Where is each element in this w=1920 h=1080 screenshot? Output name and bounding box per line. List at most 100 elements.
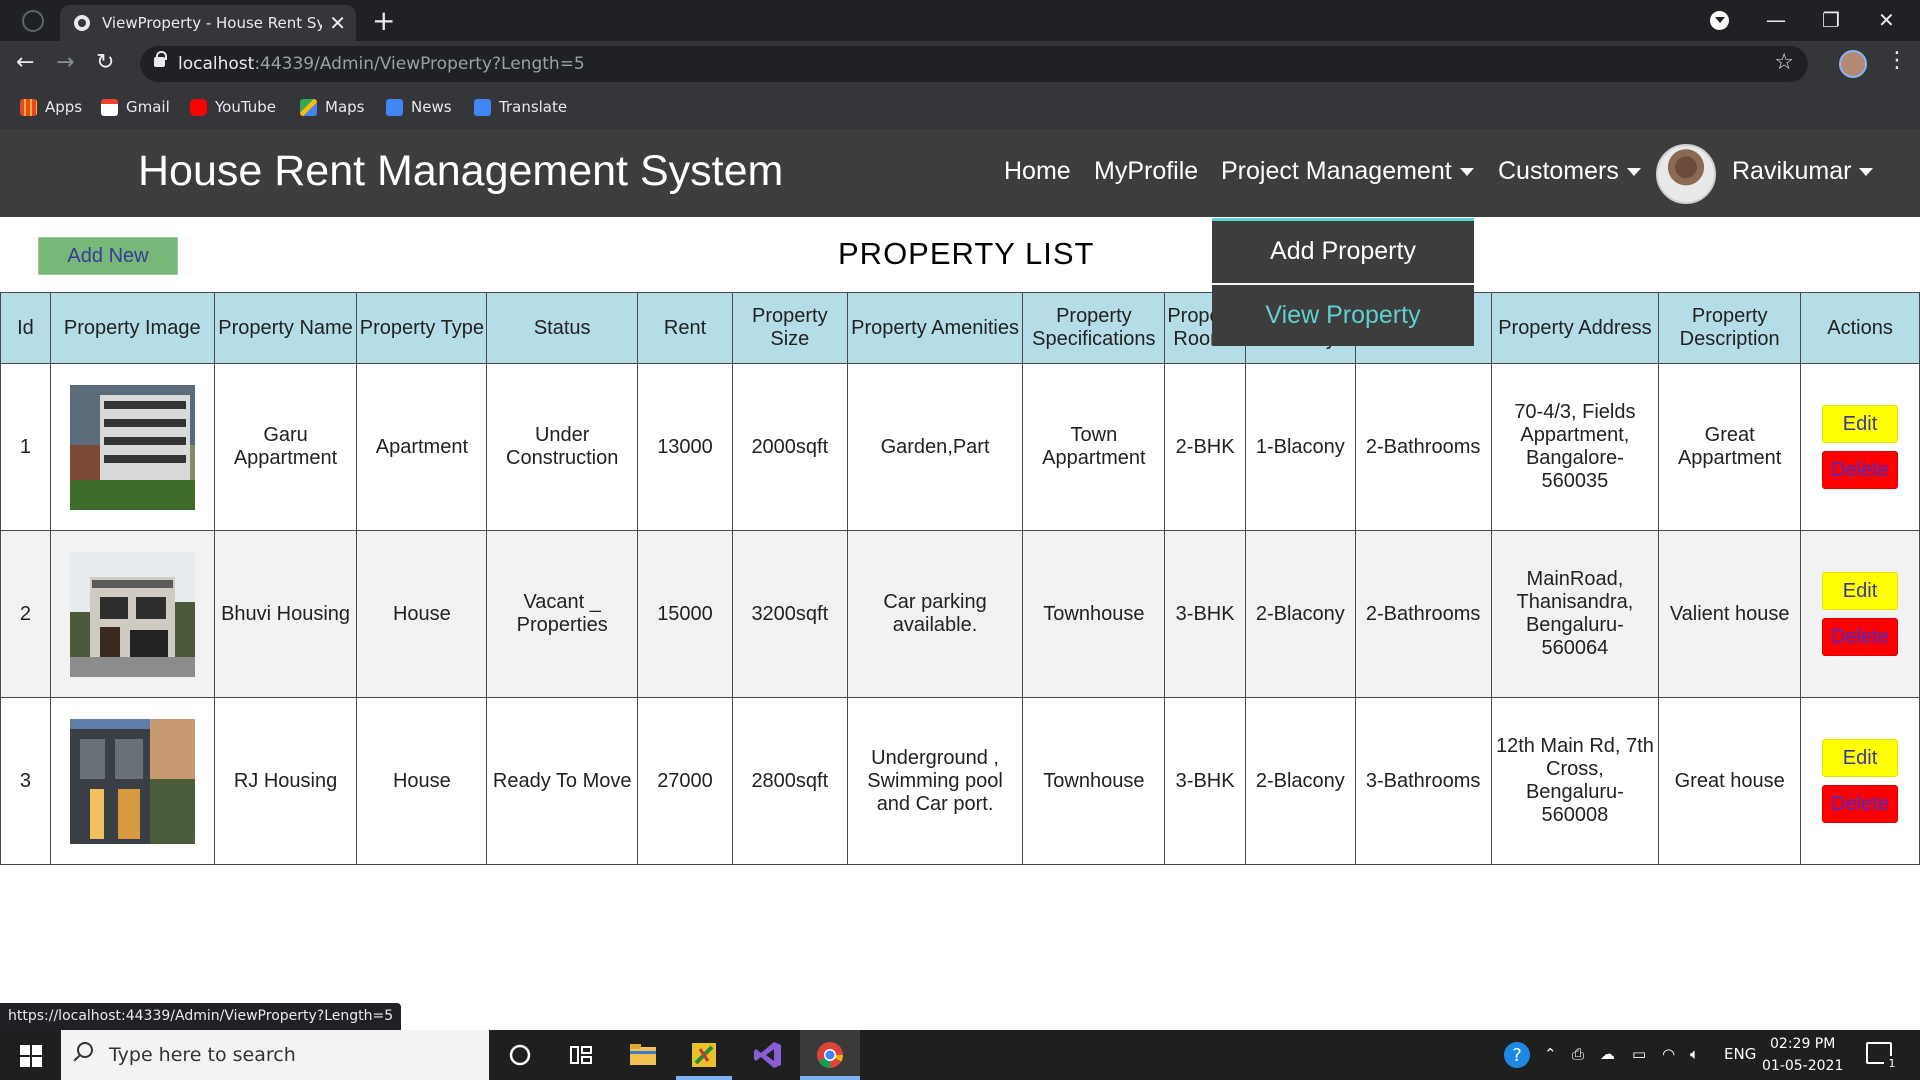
globe-icon <box>74 15 90 31</box>
caret-down-icon <box>1459 168 1474 177</box>
bookmark-apps[interactable]: Apps <box>20 96 82 118</box>
edit-button[interactable]: Edit <box>1822 405 1899 443</box>
cell-status: Vacant _ Properties <box>486 530 639 698</box>
cell-balcony: 2-Blacony <box>1244 530 1356 698</box>
delete-button[interactable]: Delete <box>1822 618 1899 656</box>
meet-now-icon[interactable]: ⎙ <box>1572 1045 1584 1063</box>
visual-studio-icon[interactable] <box>752 1039 784 1071</box>
windows-start-icon[interactable] <box>20 1045 42 1067</box>
bookmark-gmail[interactable]: Gmail <box>101 96 170 118</box>
nav-customers[interactable]: Customers <box>1498 157 1641 186</box>
delete-button[interactable]: Delete <box>1822 451 1899 489</box>
address-url[interactable]: localhost:44339/Admin/ViewProperty?Lengt… <box>178 54 585 74</box>
nav-user-menu[interactable]: Ravikumar <box>1732 157 1874 186</box>
browser-toolbar: ← → ↻ localhost:44339/Admin/ViewProperty… <box>0 41 1920 87</box>
forward-icon[interactable]: → <box>56 50 74 75</box>
nav-project-management[interactable]: Project Management <box>1221 157 1474 186</box>
bookmarks-bar: Apps Gmail YouTube Maps News Translate <box>0 87 1920 129</box>
help-icon[interactable]: ? <box>1502 1040 1532 1070</box>
browser-menu-icon[interactable]: ⋮ <box>1886 48 1908 73</box>
lock-icon[interactable] <box>154 51 167 67</box>
property-table: Id Property Image Property Name Property… <box>0 292 1920 865</box>
user-name: Ravikumar <box>1732 157 1852 185</box>
delete-button[interactable]: Delete <box>1822 785 1899 823</box>
cell-description: Great Appartment <box>1658 363 1802 531</box>
search-placeholder: Type here to search <box>109 1044 296 1066</box>
taskbar-search-box[interactable]: Type here to search <box>61 1030 489 1080</box>
property-photo-apartment <box>69 384 195 510</box>
cell-status: Ready To Move <box>486 697 639 865</box>
header-name: Property Name <box>213 292 358 364</box>
apps-grid-icon <box>20 98 37 116</box>
bookmark-news[interactable]: News <box>386 96 452 118</box>
battery-icon[interactable]: ▭ <box>1632 1045 1646 1063</box>
browser-tab-active[interactable]: ViewProperty - House Rent Syste ✕ <box>60 5 356 41</box>
add-new-button[interactable]: Add New <box>38 237 178 275</box>
clock-time: 02:29 PM <box>1770 1036 1836 1052</box>
task-view-icon[interactable] <box>565 1039 597 1071</box>
header-description: Property Description <box>1658 292 1802 364</box>
caret-down-icon <box>1626 168 1641 177</box>
cell-rooms: 3-BHK <box>1164 530 1246 698</box>
notification-count: 1 <box>1884 1056 1900 1072</box>
windows-taskbar: Type here to search ? ⌃ ⎙ ☁ ▭ ◠ 🔈︎ ENG 0… <box>0 1030 1920 1080</box>
user-avatar[interactable] <box>1656 144 1716 204</box>
close-window-icon[interactable]: ✕ <box>1878 8 1895 32</box>
address-bar[interactable]: localhost:44339/Admin/ViewProperty?Lengt… <box>140 46 1808 82</box>
bookmark-maps[interactable]: Maps <box>300 96 364 118</box>
edit-button[interactable]: Edit <box>1822 572 1899 610</box>
cell-type: Apartment <box>356 363 488 531</box>
bookmark-star-icon[interactable]: ☆ <box>1774 50 1794 75</box>
chrome-taskbar-button[interactable] <box>800 1030 860 1080</box>
minimize-icon[interactable]: — <box>1766 8 1786 32</box>
cell-actions: Edit Delete <box>1800 697 1920 865</box>
cortana-icon[interactable] <box>504 1039 536 1071</box>
wifi-icon[interactable]: ◠ <box>1662 1045 1675 1063</box>
table-row: 1 Garu Appartment Apartment Under Constr… <box>0 363 1920 531</box>
profile-avatar-icon[interactable] <box>1839 50 1867 78</box>
table-row: 3 RJ Housing House Ready To Move 27000 2… <box>0 697 1920 865</box>
news-icon <box>386 98 403 116</box>
property-photo-house <box>69 551 195 677</box>
search-icon <box>77 1042 93 1058</box>
tab-close-icon[interactable]: ✕ <box>329 11 346 35</box>
nav-myprofile[interactable]: MyProfile <box>1094 157 1198 186</box>
cell-image <box>49 697 215 865</box>
new-tab-icon[interactable]: + <box>372 4 395 37</box>
download-icon[interactable] <box>1710 11 1729 30</box>
language-indicator[interactable]: ENG <box>1724 1045 1756 1063</box>
cell-actions: Edit Delete <box>1800 530 1920 698</box>
project-management-dropdown: Add Property View Property <box>1212 218 1474 346</box>
tray-expand-icon[interactable]: ⌃ <box>1544 1045 1557 1063</box>
sql-server-icon[interactable] <box>688 1039 720 1071</box>
cell-size: 3200sqft <box>731 530 848 698</box>
header-amenities: Property Amenities <box>846 292 1024 364</box>
taskbar-clock[interactable]: 02:29 PM 01-05-2021 <box>1762 1033 1843 1077</box>
volume-icon[interactable]: 🔈︎ <box>1690 1045 1699 1063</box>
nav-home[interactable]: Home <box>1004 157 1071 186</box>
notifications-icon[interactable]: 1 <box>1866 1042 1900 1072</box>
back-icon[interactable]: ← <box>16 50 34 75</box>
reload-icon[interactable]: ↻ <box>96 50 114 75</box>
file-explorer-icon[interactable] <box>627 1039 659 1071</box>
cell-amenities: Garden,Part <box>846 363 1024 531</box>
restore-icon[interactable]: ❐ <box>1822 8 1840 32</box>
dropdown-add-property[interactable]: Add Property <box>1212 221 1474 281</box>
github-icon[interactable] <box>22 10 44 32</box>
header-address: Property Address <box>1490 292 1660 364</box>
cell-amenities: Car parking available. <box>846 530 1024 698</box>
cell-address: 12th Main Rd, 7th Cross, Bengaluru-56000… <box>1490 697 1660 865</box>
nav-label: Project Management <box>1221 157 1452 185</box>
brand-title[interactable]: House Rent Management System <box>138 147 783 196</box>
cell-rooms: 2-BHK <box>1164 363 1246 531</box>
dropdown-view-property[interactable]: View Property <box>1212 285 1474 345</box>
table-row: 2 Bhuvi Housing House Vacant _ Propertie… <box>0 530 1920 698</box>
onedrive-icon[interactable]: ☁ <box>1600 1045 1615 1063</box>
cell-name: Bhuvi Housing <box>213 530 358 698</box>
bookmark-translate[interactable]: Translate <box>474 96 567 118</box>
cell-balcony: 1-Blacony <box>1244 363 1356 531</box>
cell-rent: 27000 <box>637 697 733 865</box>
edit-button[interactable]: Edit <box>1822 739 1899 777</box>
bookmark-youtube[interactable]: YouTube <box>190 96 276 118</box>
maps-icon <box>300 98 317 116</box>
